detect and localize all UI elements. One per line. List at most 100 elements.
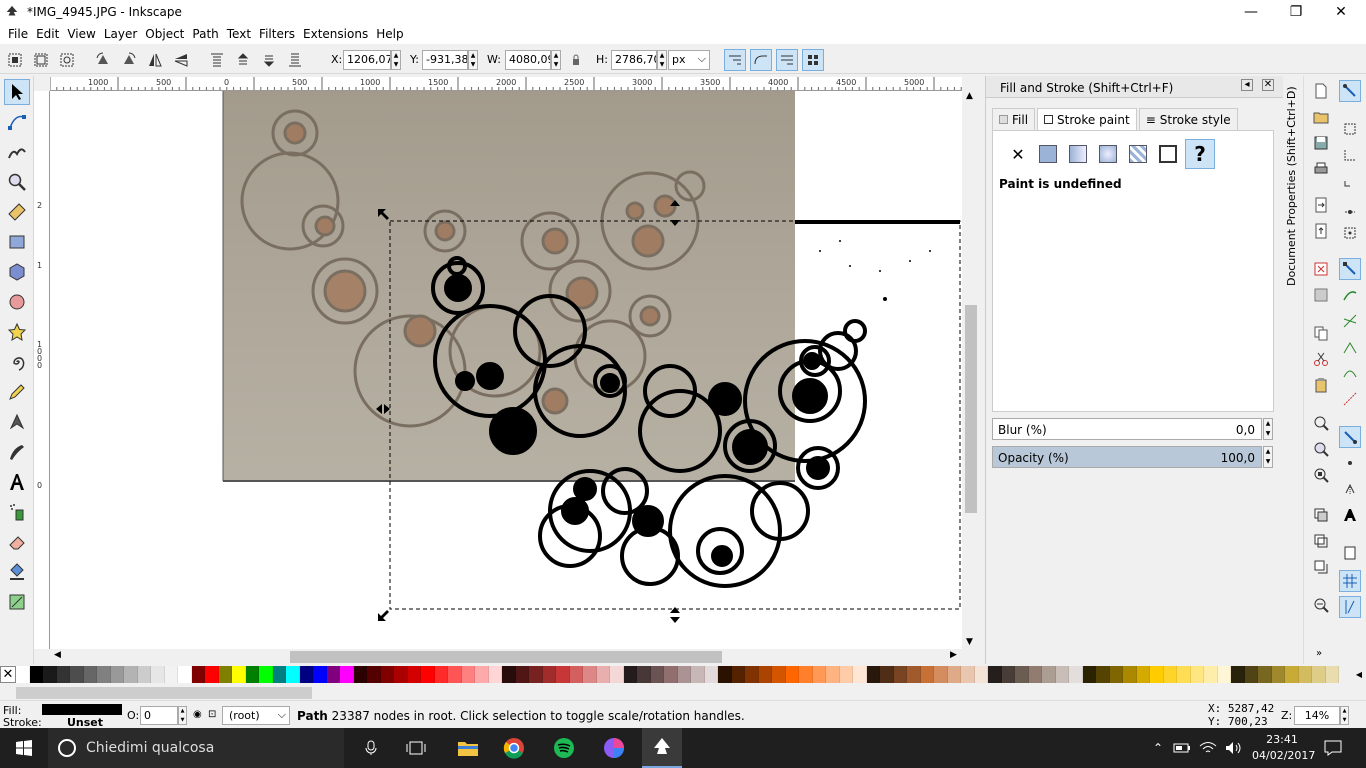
paint-app-taskbar[interactable] [594, 728, 634, 768]
color-swatch[interactable] [1150, 666, 1164, 683]
snap-bbox-edge-button[interactable] [1339, 144, 1361, 166]
scroll-left-arrow[interactable]: ◀ [54, 650, 61, 660]
color-swatch[interactable] [974, 666, 988, 683]
snap-text-baseline-button[interactable] [1339, 504, 1361, 526]
color-swatch[interactable] [664, 666, 678, 683]
vertical-scrollbar[interactable]: ▲ ▼ [962, 91, 980, 649]
color-swatch[interactable] [758, 666, 772, 683]
spiral-tool[interactable] [4, 349, 30, 375]
duplicate-button[interactable] [1310, 504, 1332, 526]
snap-cusp-nodes-button[interactable] [1339, 336, 1361, 358]
color-swatch[interactable] [502, 666, 516, 683]
zoom-selection-button[interactable] [1310, 412, 1332, 434]
color-swatch[interactable] [529, 666, 543, 683]
color-swatch[interactable] [772, 666, 786, 683]
color-swatch[interactable] [515, 666, 529, 683]
color-swatch[interactable] [650, 666, 664, 683]
color-swatch[interactable] [191, 666, 205, 683]
select-all-layers-button[interactable] [30, 49, 52, 71]
color-swatch[interactable] [839, 666, 853, 683]
color-swatch[interactable] [367, 666, 381, 683]
color-swatch[interactable] [637, 666, 651, 683]
snap-grids-button[interactable] [1339, 570, 1361, 592]
import-button[interactable] [1310, 194, 1332, 216]
color-swatch[interactable] [1285, 666, 1299, 683]
y-field[interactable]: -931,38 [422, 50, 468, 70]
menu-path[interactable]: Path [188, 27, 222, 41]
blur-spinner[interactable]: ▲ ▼ [1263, 418, 1273, 440]
color-swatch[interactable] [731, 666, 745, 683]
color-swatch[interactable] [1096, 666, 1110, 683]
h-field[interactable]: 2786,70 [611, 50, 657, 70]
color-swatch[interactable] [1109, 666, 1123, 683]
color-swatch[interactable] [866, 666, 880, 683]
zoom-tool[interactable] [4, 169, 30, 195]
color-swatch[interactable] [43, 666, 57, 683]
rotate-ccw-button[interactable] [92, 49, 114, 71]
w-spinner[interactable]: ▲ ▼ [551, 50, 561, 70]
export-button[interactable] [1310, 220, 1332, 242]
minimize-button[interactable]: — [1228, 0, 1274, 24]
menu-help[interactable]: Help [372, 27, 407, 41]
unlink-clone-button[interactable] [1310, 556, 1332, 578]
text-tool[interactable] [4, 469, 30, 495]
snap-bbox-midpoint-button[interactable] [1339, 196, 1361, 218]
color-swatch[interactable] [691, 666, 705, 683]
menu-layer[interactable]: Layer [100, 27, 141, 41]
snap-paths-button[interactable] [1339, 284, 1361, 306]
color-swatch[interactable] [421, 666, 435, 683]
swatch-button[interactable] [1155, 141, 1181, 167]
color-swatch[interactable] [1001, 666, 1015, 683]
eraser-tool[interactable] [4, 529, 30, 555]
color-swatch[interactable] [677, 666, 691, 683]
color-swatch[interactable] [623, 666, 637, 683]
color-swatch[interactable] [907, 666, 921, 683]
color-swatch[interactable] [1177, 666, 1191, 683]
color-swatch[interactable] [1298, 666, 1312, 683]
menu-edit[interactable]: Edit [32, 27, 63, 41]
color-swatch[interactable] [394, 666, 408, 683]
file-explorer-taskbar[interactable] [448, 728, 488, 768]
linear-gradient-button[interactable] [1065, 141, 1091, 167]
snap-nodes-button[interactable] [1339, 258, 1361, 280]
color-swatch[interactable] [1258, 666, 1272, 683]
color-swatch[interactable] [1015, 666, 1029, 683]
snap-page-border-button[interactable] [1339, 542, 1361, 564]
zoom-field[interactable]: 14% [1294, 706, 1340, 725]
rectangle-tool[interactable] [4, 229, 30, 255]
color-swatch[interactable] [812, 666, 826, 683]
color-swatch[interactable] [583, 666, 597, 683]
color-swatch[interactable] [826, 666, 840, 683]
close-button[interactable]: ✕ [1318, 0, 1364, 24]
color-swatch[interactable] [1312, 666, 1326, 683]
color-swatch[interactable] [83, 666, 97, 683]
menu-object[interactable]: Object [141, 27, 188, 41]
cortana-search[interactable]: Chiedimi qualcosa [48, 728, 344, 768]
wifi-icon[interactable] [1196, 728, 1220, 768]
color-swatch[interactable] [245, 666, 259, 683]
scale-corners-button[interactable] [750, 49, 772, 71]
opacity-field[interactable]: 0 [140, 706, 178, 725]
opacity-slider[interactable]: Opacity (%) 100,0 [992, 446, 1262, 468]
snap-smooth-nodes-button[interactable] [1339, 362, 1361, 384]
undo-button[interactable] [1310, 258, 1332, 280]
horizontal-scroll-thumb[interactable] [290, 651, 722, 663]
raise-button[interactable] [232, 49, 254, 71]
chrome-taskbar[interactable] [494, 728, 534, 768]
color-swatch[interactable] [1231, 666, 1245, 683]
select-all-button[interactable] [4, 49, 26, 71]
color-swatch[interactable] [785, 666, 799, 683]
lower-button[interactable] [258, 49, 280, 71]
color-swatch[interactable] [299, 666, 313, 683]
lower-to-bottom-button[interactable] [284, 49, 306, 71]
color-swatch[interactable] [934, 666, 948, 683]
pen-tool[interactable] [4, 409, 30, 435]
color-swatch[interactable] [853, 666, 867, 683]
color-swatch[interactable] [407, 666, 421, 683]
color-swatch[interactable] [893, 666, 907, 683]
inkscape-taskbar[interactable] [642, 728, 682, 768]
node-tool[interactable] [4, 109, 30, 135]
color-swatch[interactable] [542, 666, 556, 683]
color-swatch[interactable] [259, 666, 273, 683]
menu-file[interactable]: File [4, 27, 32, 41]
